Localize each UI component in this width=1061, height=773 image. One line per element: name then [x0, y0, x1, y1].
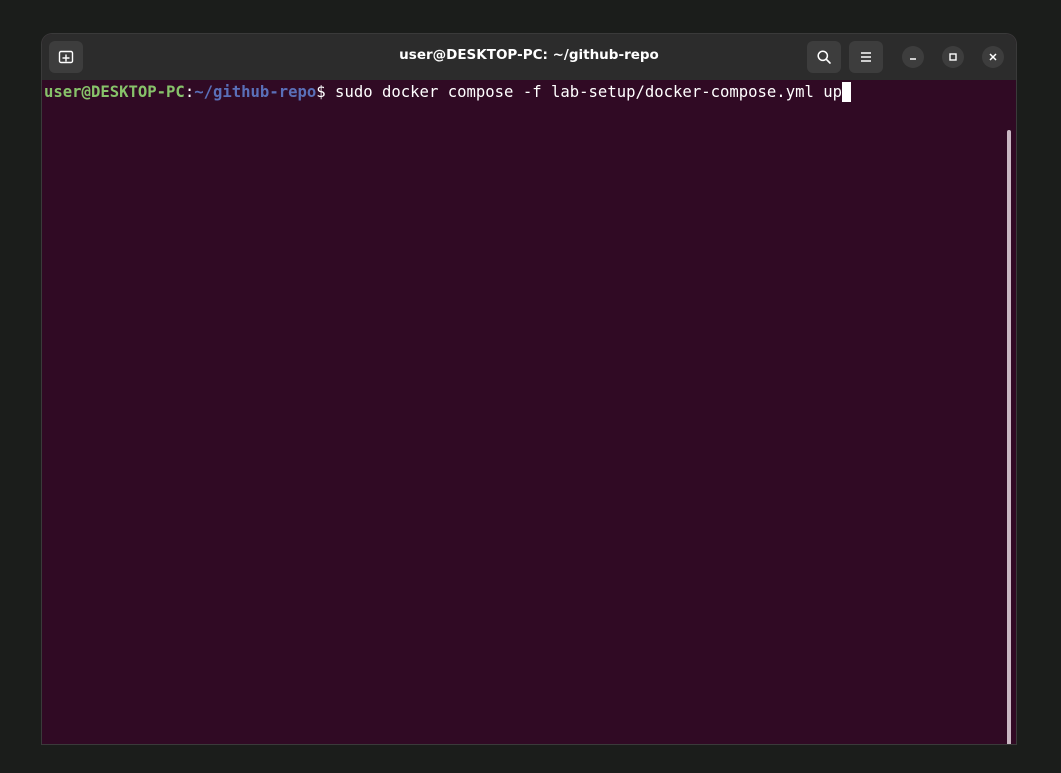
prompt-colon: : [184, 83, 195, 101]
minimize-icon [910, 58, 916, 60]
close-icon [989, 53, 997, 61]
menu-button[interactable] [849, 41, 883, 73]
prompt-user-host: user@DESKTOP-PC [44, 83, 185, 101]
prompt-symbol: $ [316, 83, 326, 101]
maximize-icon [949, 53, 957, 61]
text-cursor [842, 82, 852, 102]
prompt-path: ~/github-repo [194, 83, 317, 101]
terminal-window: user@DESKTOP-PC: ~/github-repo user@DESK… [42, 34, 1016, 744]
command-line: user@DESKTOP-PC:~/github-repo$ sudo dock… [44, 82, 852, 102]
search-button[interactable] [807, 41, 841, 73]
search-icon [817, 50, 831, 64]
desktop-background: user@DESKTOP-PC: ~/github-repo user@DESK… [0, 0, 1061, 773]
close-button[interactable] [982, 46, 1004, 68]
titlebar: user@DESKTOP-PC: ~/github-repo [42, 34, 1016, 80]
terminal-area[interactable]: user@DESKTOP-PC:~/github-repo$ sudo dock… [42, 80, 1016, 744]
command-text: sudo docker compose -f lab-setup/docker-… [325, 83, 843, 101]
scrollbar[interactable] [1007, 130, 1011, 744]
maximize-button[interactable] [942, 46, 964, 68]
hamburger-menu-icon [861, 52, 871, 62]
minimize-button[interactable] [902, 46, 924, 68]
